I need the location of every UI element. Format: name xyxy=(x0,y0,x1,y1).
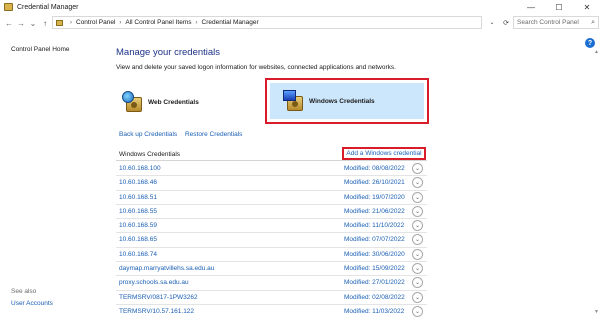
title-bar: Credential Manager — ☐ ✕ xyxy=(0,0,601,14)
add-windows-credential-link[interactable]: Add a Windows credential xyxy=(342,147,426,160)
credential-name: 10.60.168.74 xyxy=(119,250,157,258)
scroll-down-arrow[interactable]: ▼ xyxy=(594,309,599,315)
expand-chevron-icon[interactable]: ⌄ xyxy=(412,291,423,303)
credentials-list: 10.60.168.100 Modified: 08/08/2022 ⌄ 10.60.… xyxy=(116,162,427,317)
credential-row[interactable]: 10.60.168.51 Modified: 19/07/2020 ⌄ xyxy=(116,191,427,205)
credential-modified-date: Modified: 11/10/2022 xyxy=(344,222,405,230)
backup-restore-links: Back up Credentials Restore Credentials xyxy=(119,131,248,138)
credential-modified-date: Modified: 08/08/2022 xyxy=(344,165,405,172)
expand-chevron-icon[interactable]: ⌄ xyxy=(412,277,423,289)
credential-modified-date: Modified: 26/10/2021 xyxy=(344,179,405,187)
expand-chevron-icon[interactable]: ⌄ xyxy=(412,177,423,189)
credential-name: TERMSRV/0817-1PW3262 xyxy=(119,293,198,301)
windows-credentials-tile[interactable]: Windows Credentials xyxy=(265,78,429,124)
expand-chevron-icon[interactable]: ⌄ xyxy=(412,305,423,317)
credential-name: TERMSRV/10.57.161.122 xyxy=(119,307,195,315)
credential-row[interactable]: TERMSRV/0817-1PW3262 Modified: 02/08/2022… xyxy=(116,291,427,305)
search-input[interactable]: Search Control Panel ⌕ xyxy=(513,16,599,29)
page-description: View and delete your saved logon informa… xyxy=(116,64,396,71)
breadcrumb-separator: › xyxy=(195,19,198,26)
navigation-bar: ← → ⌄ ↑ › Control Panel › All Control Pa… xyxy=(0,14,601,32)
credential-modified-date: Modified: 19/07/2020 xyxy=(344,193,405,201)
breadcrumb-all-items[interactable]: All Control Panel Items xyxy=(125,19,191,26)
control-panel-home-link[interactable]: Control Panel Home xyxy=(11,46,70,53)
help-icon[interactable]: ? xyxy=(585,38,595,48)
expand-chevron-icon[interactable]: ⌄ xyxy=(412,220,423,232)
credential-name: daymap.marryatvillehs.sa.edu.au xyxy=(119,265,215,273)
credential-name: 10.60.168.55 xyxy=(119,207,157,215)
credential-manager-icon xyxy=(4,3,13,11)
windows-credentials-label: Windows Credentials xyxy=(309,97,375,105)
page-title: Manage your credentials xyxy=(116,47,221,58)
breadcrumb-separator: › xyxy=(70,19,72,26)
close-button[interactable]: ✕ xyxy=(573,0,601,14)
control-panel-icon xyxy=(56,19,63,26)
credential-modified-date: Modified: 27/01/2022 xyxy=(344,279,405,287)
expand-chevron-icon[interactable]: ⌄ xyxy=(412,234,423,246)
window-title: Credential Manager xyxy=(17,3,79,11)
expand-chevron-icon[interactable]: ⌄ xyxy=(412,205,423,217)
credential-name: 10.60.168.100 xyxy=(119,165,161,172)
expand-chevron-icon[interactable]: ⌄ xyxy=(412,191,423,203)
credential-modified-date: Modified: 21/06/2022 xyxy=(344,207,405,215)
credential-modified-date: Modified: 07/07/2022 xyxy=(344,236,405,244)
credential-modified-date: Modified: 15/09/2022 xyxy=(344,265,405,273)
credential-row[interactable]: 10.60.168.65 Modified: 07/07/2022 ⌄ xyxy=(116,233,427,248)
window-controls: — ☐ ✕ xyxy=(517,0,601,14)
backup-credentials-link[interactable]: Back up Credentials xyxy=(119,131,177,138)
credential-row[interactable]: proxy.schools.sa.edu.au Modified: 27/01/2… xyxy=(116,276,427,291)
credential-name: 10.60.168.51 xyxy=(119,193,157,201)
user-accounts-link[interactable]: User Accounts xyxy=(11,300,53,307)
minimize-button[interactable]: — xyxy=(517,0,545,14)
breadcrumb-credential-manager[interactable]: Credential Manager xyxy=(202,19,259,26)
credential-modified-date: Modified: 11/03/2022 xyxy=(344,307,405,315)
credential-row[interactable]: 10.60.168.74 Modified: 30/06/2020 ⌄ xyxy=(116,248,427,263)
up-button[interactable]: ↑ xyxy=(39,16,51,30)
address-dropdown-button[interactable]: ⌄ xyxy=(486,16,498,29)
search-icon[interactable]: ⌕ xyxy=(591,19,595,27)
web-credentials-tile[interactable]: Web Credentials xyxy=(116,82,264,122)
credential-modified-date: Modified: 02/08/2022 xyxy=(344,293,405,301)
web-credentials-icon xyxy=(122,91,144,113)
credential-name: proxy.schools.sa.edu.au xyxy=(119,279,189,287)
see-also-heading: See also xyxy=(11,288,37,295)
breadcrumb-separator: › xyxy=(119,19,122,26)
credential-name: 10.60.168.59 xyxy=(119,222,157,230)
breadcrumb-control-panel[interactable]: Control Panel xyxy=(76,19,115,26)
forward-button[interactable]: → xyxy=(15,16,27,30)
windows-credentials-icon xyxy=(283,90,305,112)
web-credentials-label: Web Credentials xyxy=(148,98,199,106)
recent-locations-dropdown[interactable]: ⌄ xyxy=(27,16,39,30)
restore-credentials-link[interactable]: Restore Credentials xyxy=(185,131,242,138)
credential-row[interactable]: TERMSRV/10.57.161.122 Modified: 11/03/202… xyxy=(116,305,427,317)
credential-name: 10.60.168.46 xyxy=(119,179,157,187)
credential-row[interactable]: 10.60.168.100 Modified: 08/08/2022 ⌄ xyxy=(116,162,427,177)
expand-chevron-icon[interactable]: ⌄ xyxy=(412,163,423,174)
back-button[interactable]: ← xyxy=(3,16,15,30)
expand-chevron-icon[interactable]: ⌄ xyxy=(412,263,423,275)
credential-row[interactable]: daymap.marryatvillehs.sa.edu.au Modified:… xyxy=(116,262,427,277)
refresh-button[interactable]: ⟳ xyxy=(500,16,512,29)
section-title: Windows Credentials xyxy=(119,151,181,158)
search-placeholder: Search Control Panel xyxy=(517,19,579,26)
credential-row[interactable]: 10.60.168.59 Modified: 11/10/2022 ⌄ xyxy=(116,219,427,234)
expand-chevron-icon[interactable]: ⌄ xyxy=(412,248,423,260)
credential-row[interactable]: 10.60.168.55 Modified: 21/06/2022 ⌄ xyxy=(116,205,427,220)
credential-name: 10.60.168.65 xyxy=(119,236,157,244)
credential-row[interactable]: 10.60.168.46 Modified: 26/10/2021 ⌄ xyxy=(116,176,427,191)
scroll-up-arrow[interactable]: ▲ xyxy=(594,49,599,55)
windows-credentials-section-header: Windows Credentials Add a Windows creden… xyxy=(116,147,427,161)
sidebar: Control Panel Home See also User Account… xyxy=(0,32,108,317)
credential-modified-date: Modified: 30/06/2020 xyxy=(344,250,405,258)
maximize-button[interactable]: ☐ xyxy=(545,0,573,14)
address-bar[interactable]: › Control Panel › All Control Panel Item… xyxy=(52,16,482,29)
